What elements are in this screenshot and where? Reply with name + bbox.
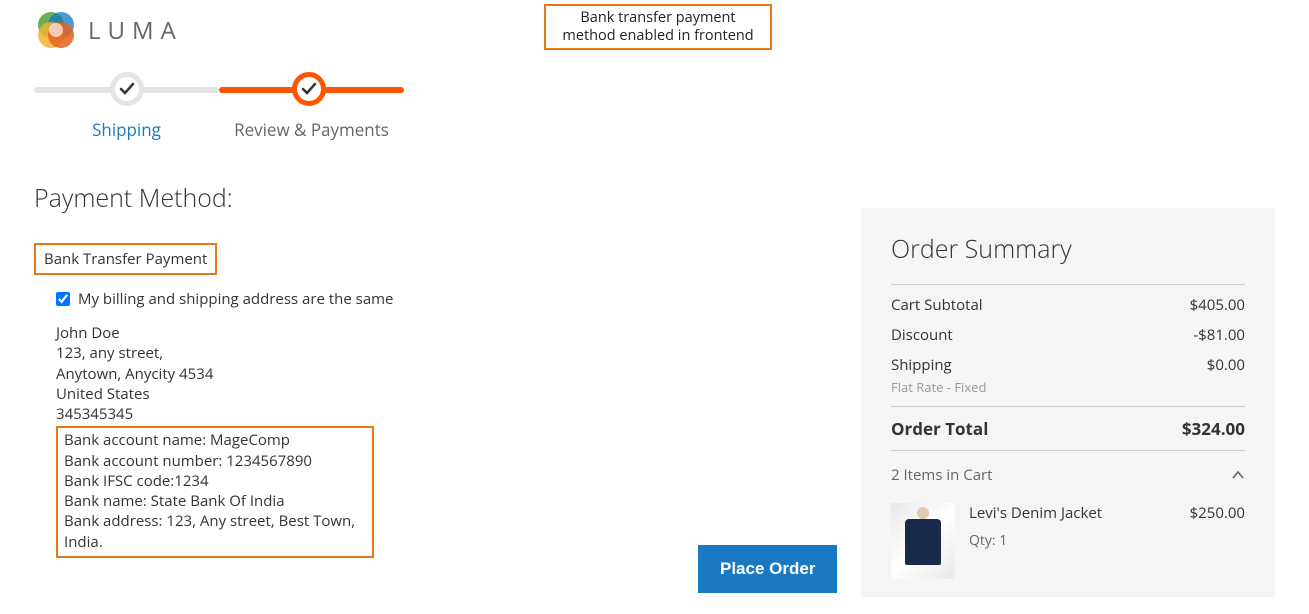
annotation-callout: Bank transfer payment method enabled in …: [544, 4, 772, 50]
bank-ifsc-code: Bank IFSC code:1234: [64, 471, 366, 491]
discount-label: Discount: [891, 325, 953, 345]
cart-items-count: 2 Items in Cart: [891, 465, 993, 485]
check-icon: [301, 81, 317, 97]
shipping-method: Flat Rate - Fixed: [891, 378, 1245, 396]
discount-value: -$81.00: [1193, 325, 1245, 345]
order-total-label: Order Total: [891, 417, 988, 440]
product-name[interactable]: Levi's Denim Jacket: [969, 503, 1102, 523]
checkout-progress: [34, 70, 404, 110]
progress-step-review: [292, 72, 326, 106]
product-thumbnail[interactable]: [891, 503, 955, 579]
product-price: $250.00: [1190, 503, 1245, 523]
shipping-label: Shipping: [891, 355, 952, 375]
bank-name: Bank name: State Bank Of India: [64, 491, 366, 511]
subtotal-label: Cart Subtotal: [891, 295, 983, 315]
progress-label-shipping[interactable]: Shipping: [34, 118, 219, 141]
product-qty: Qty: 1: [969, 531, 1245, 550]
bank-address: Bank address: 123, Any street, Best Town…: [64, 511, 366, 552]
discount-row: Discount -$81.00: [891, 320, 1245, 350]
logo-icon: [34, 8, 78, 52]
annotation-text: Bank transfer payment method enabled in …: [562, 8, 753, 45]
progress-step-shipping[interactable]: [110, 72, 144, 106]
place-order-label: Place Order: [720, 559, 815, 578]
subtotal-row: Cart Subtotal $405.00: [891, 284, 1245, 320]
billing-same-address-label: My billing and shipping address are the …: [78, 289, 393, 309]
cart-items-toggle[interactable]: 2 Items in Cart: [891, 450, 1245, 497]
subtotal-value: $405.00: [1190, 295, 1245, 315]
progress-label-review: Review & Payments: [219, 118, 404, 141]
billing-same-address-checkbox[interactable]: [56, 292, 70, 306]
place-order-button[interactable]: Place Order: [698, 545, 837, 593]
bank-account-name: Bank account name: MageComp: [64, 430, 366, 450]
order-summary-title: Order Summary: [891, 232, 1245, 266]
check-icon: [119, 81, 135, 97]
payment-method-title[interactable]: Bank Transfer Payment: [34, 243, 217, 275]
cart-item: Levi's Denim Jacket $250.00 Qty: 1: [891, 497, 1245, 579]
logo-text: LUMA: [88, 14, 183, 47]
payment-method-title-text: Bank Transfer Payment: [44, 249, 207, 269]
shipping-value: $0.00: [1207, 355, 1245, 375]
chevron-up-icon: [1231, 468, 1245, 482]
bank-account-number: Bank account number: 1234567890: [64, 451, 366, 471]
order-total-value: $324.00: [1182, 417, 1245, 440]
bank-details-box: Bank account name: MageComp Bank account…: [56, 426, 374, 558]
shipping-row: Shipping $0.00: [891, 350, 1245, 380]
order-total-row: Order Total $324.00: [891, 406, 1245, 450]
order-summary: Order Summary Cart Subtotal $405.00 Disc…: [861, 208, 1275, 597]
